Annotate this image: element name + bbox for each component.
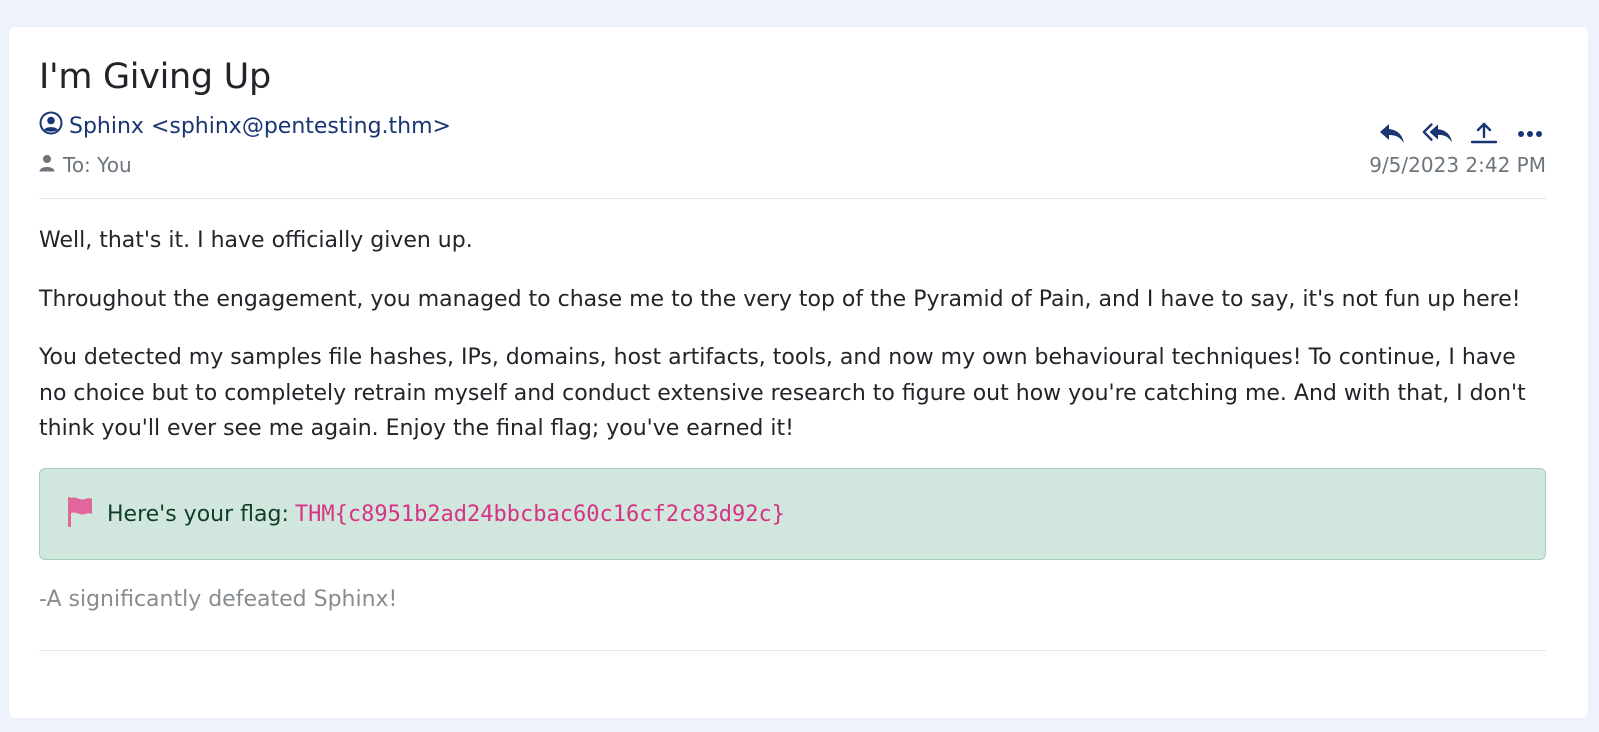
sender-link[interactable]: Sphinx <sphinx@pentesting.thm> <box>39 111 451 141</box>
flag-alert: Here's your flag: THM{c8951b2ad24bbcbac6… <box>39 468 1546 560</box>
email-actions-toolbar <box>1376 119 1546 147</box>
recipient-label: To: You <box>63 153 132 177</box>
body-paragraph: Well, that's it. I have officially given… <box>39 228 473 253</box>
upload-icon <box>1470 122 1498 144</box>
body-paragraph: Throughout the engagement, you managed t… <box>39 286 1521 312</box>
forward-button[interactable] <box>1468 119 1500 147</box>
recipient-line: To: You <box>39 153 132 177</box>
reply-icon <box>1380 124 1404 143</box>
email-card: I'm Giving Up Sphinx <sphinx@pentesting.… <box>9 27 1588 718</box>
user-icon <box>39 153 63 177</box>
ellipsis-icon <box>1518 131 1542 137</box>
email-body: Well, that's it. I have officially given… <box>39 223 1546 470</box>
email-signature: -A significantly defeated Sphinx! <box>39 587 398 612</box>
reply-button[interactable] <box>1376 119 1408 147</box>
more-options-button[interactable] <box>1514 119 1546 147</box>
flag-value[interactable]: THM{c8951b2ad24bbcbac60c16cf2c83d92c} <box>295 502 785 527</box>
sender-name: Sphinx <sphinx@pentesting.thm> <box>69 113 451 139</box>
body-paragraph: You detected my samples file hashes, IPs… <box>39 345 1526 441</box>
reply-all-icon <box>1422 123 1453 143</box>
flag-label: Here's your flag: <box>107 501 289 527</box>
email-subject: I'm Giving Up <box>39 57 271 97</box>
email-timestamp: 9/5/2023 2:42 PM <box>1369 153 1546 177</box>
reply-all-button[interactable] <box>1422 119 1454 147</box>
flag-icon <box>66 496 107 532</box>
footer-divider <box>39 650 1546 651</box>
header-divider <box>39 198 1546 199</box>
user-circle-icon <box>39 111 69 141</box>
